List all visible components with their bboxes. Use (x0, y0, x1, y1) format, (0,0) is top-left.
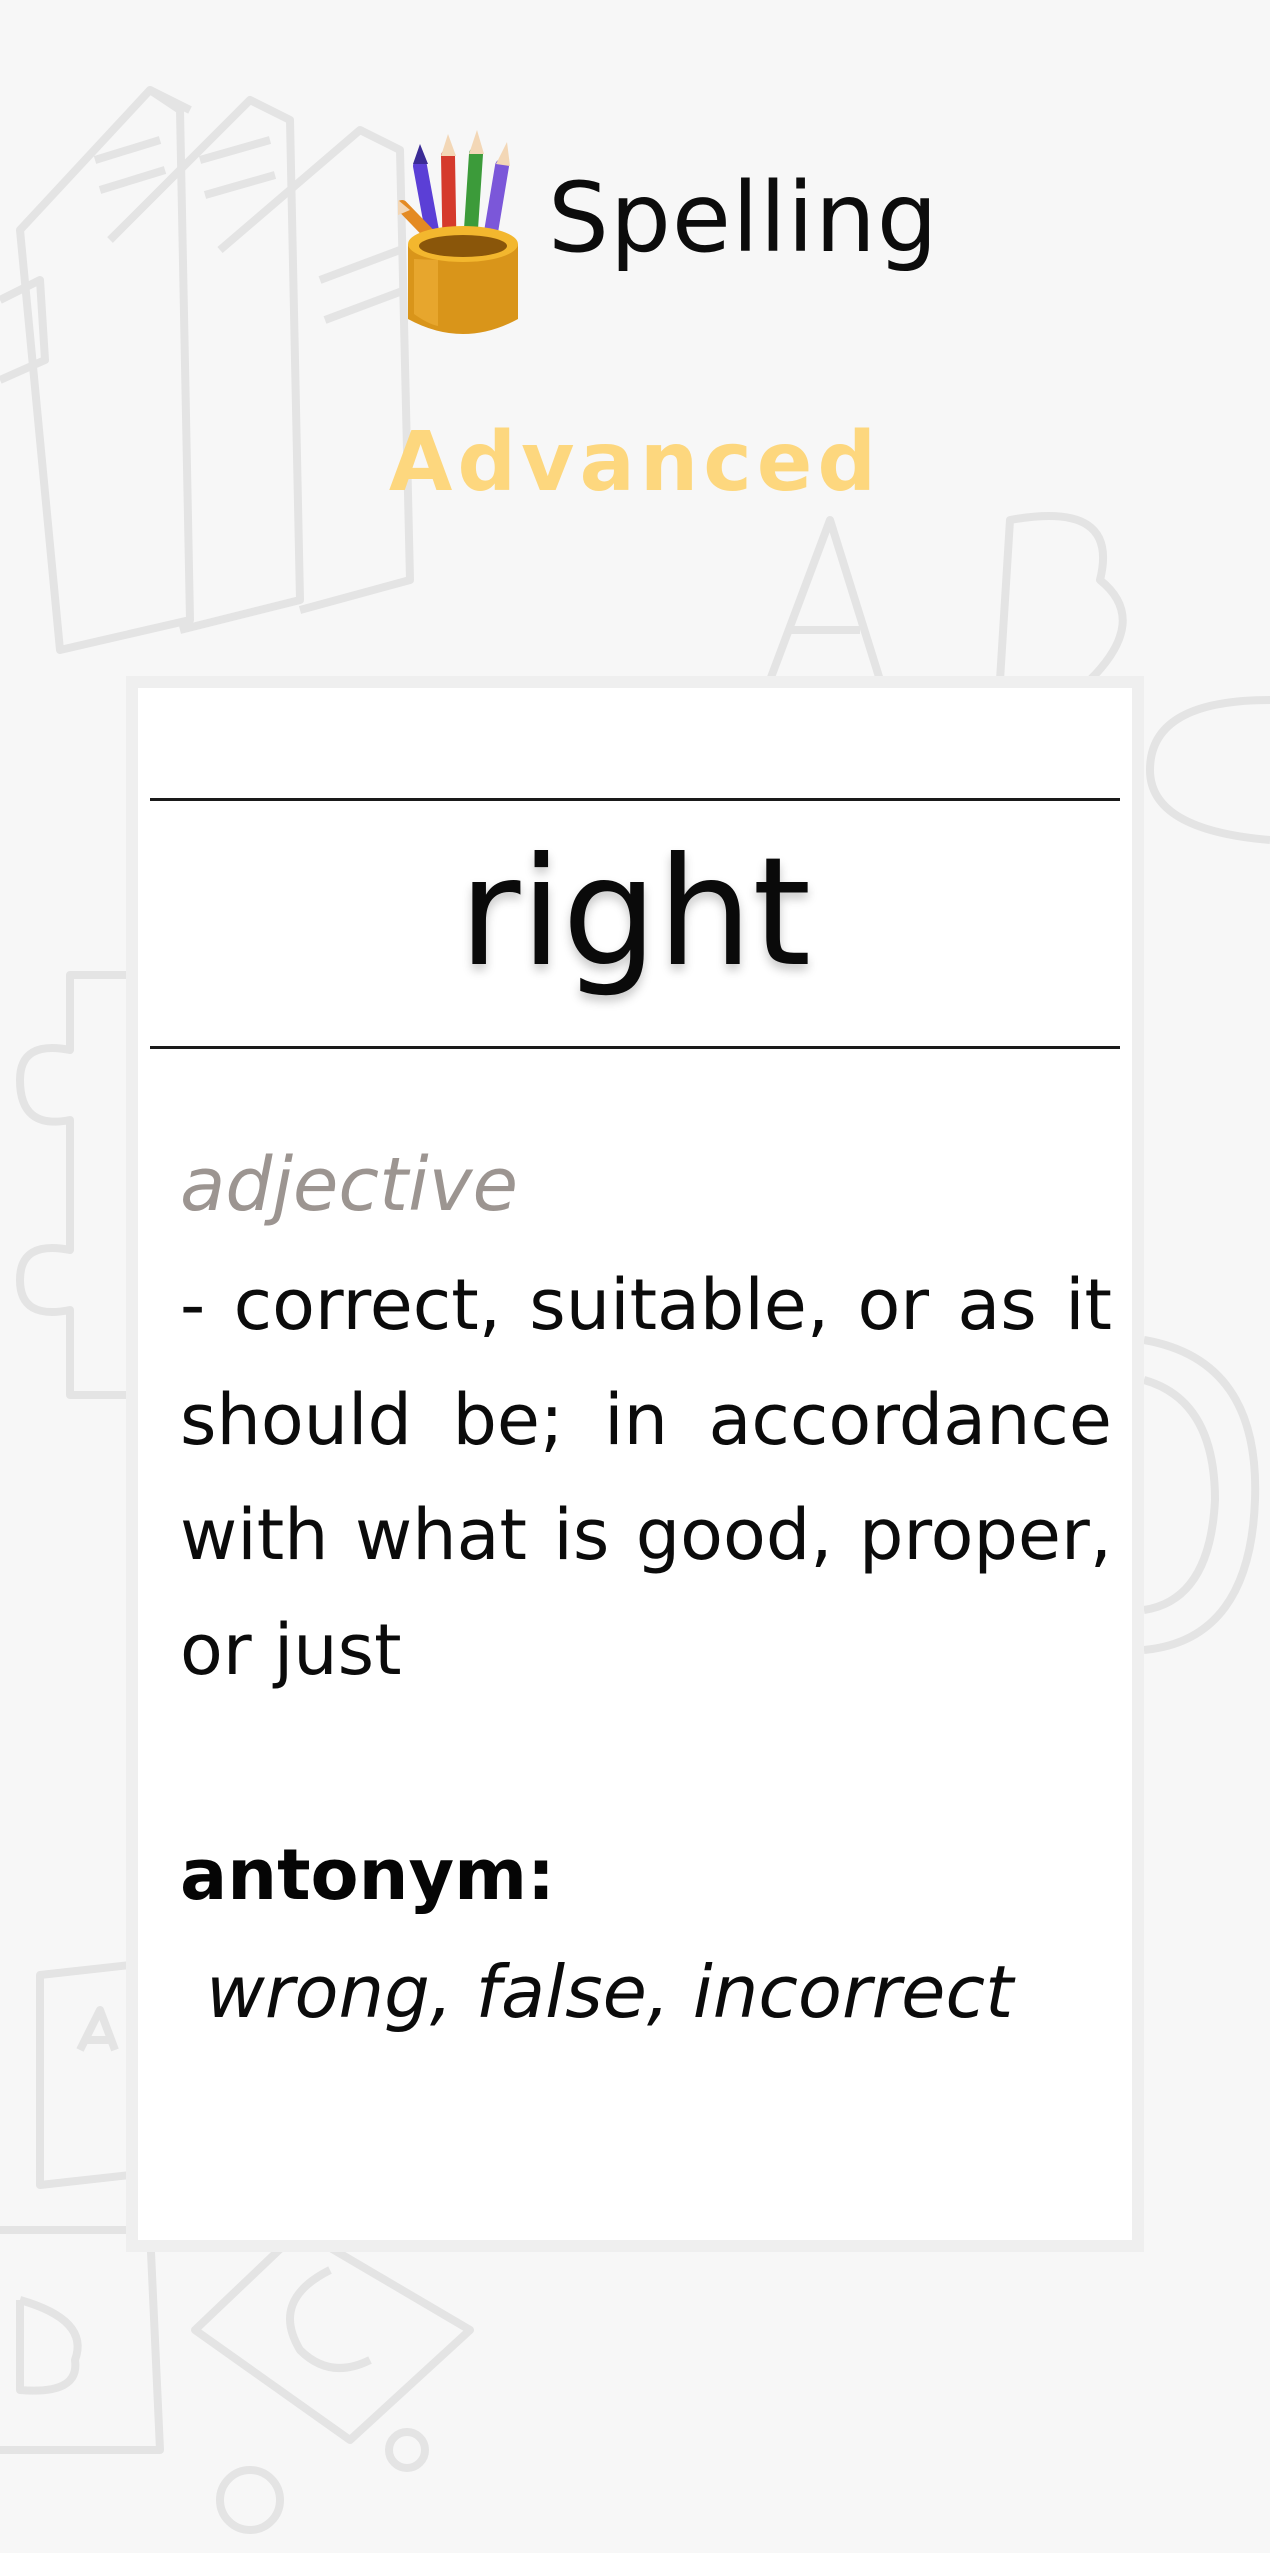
card-divider-top (150, 798, 1120, 801)
word-card[interactable]: right adjective - correct, suitable, or … (126, 676, 1144, 2252)
pencil-cup-icon (398, 130, 518, 334)
app-header: Spelling (0, 110, 1270, 350)
antonym-label: antonym: (180, 1834, 556, 1916)
antonym-values: wrong, false, incorrect (206, 1950, 1014, 2034)
card-divider-bottom (150, 1046, 1120, 1049)
letter-s-doodle-icon (1146, 696, 1270, 844)
part-of-speech: adjective (180, 1142, 518, 1228)
definition-text: - correct, suitable, or as it should be;… (180, 1264, 1112, 1691)
app-title: Spelling (548, 162, 939, 274)
spelling-word: right (458, 826, 812, 1000)
mug-doodle-icon (1143, 1336, 1260, 1654)
puzzle-doodle-icon (16, 971, 134, 1399)
level-label: Advanced (388, 415, 882, 510)
letters-ab-doodle-icon (766, 512, 1127, 684)
